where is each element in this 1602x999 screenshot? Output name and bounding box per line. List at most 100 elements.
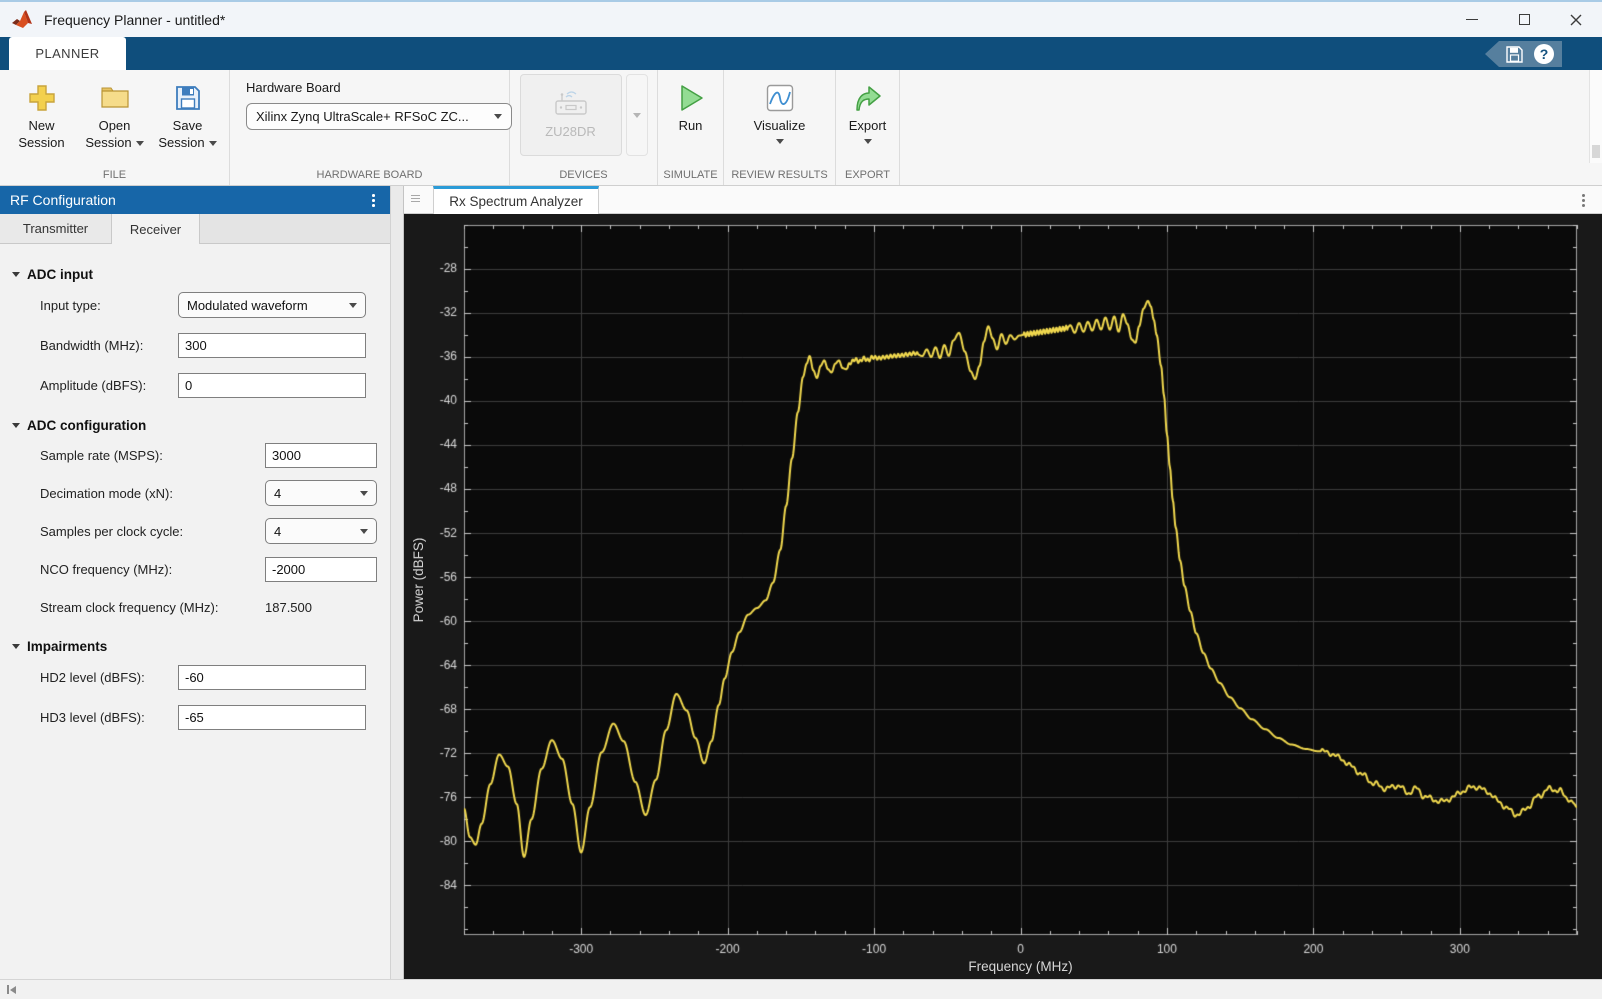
sample-rate-row: Sample rate (MSPS): [12, 436, 378, 474]
toolstrip-section-devices: ZU28DR DEVICES [510, 70, 658, 185]
quick-access-toolbar: ? [1485, 41, 1562, 67]
save-session-label-2: Session [158, 134, 205, 150]
new-session-label-1: New [28, 118, 55, 133]
window-title: Frequency Planner - untitled* [44, 11, 226, 28]
section-caption-hardware-board: HARDWARE BOARD [316, 168, 423, 181]
samples-per-clock-select[interactable]: 4 [265, 518, 377, 544]
maximize-button[interactable] [1498, 2, 1550, 37]
app-window: Frequency Planner - untitled* PLANNER ? [0, 0, 1602, 999]
quick-save-icon[interactable] [1505, 45, 1524, 64]
visualize-button[interactable]: Visualize [740, 74, 820, 144]
visualize-dropdown-icon[interactable] [775, 138, 784, 144]
panel-splitter[interactable] [390, 186, 404, 979]
hardware-board-caret-icon [494, 114, 502, 119]
section-caption-review-results: REVIEW RESULTS [731, 168, 828, 181]
samples-per-clock-caret-icon [360, 528, 368, 534]
nco-frequency-input[interactable] [265, 556, 377, 582]
section-adc-input[interactable]: ADC input [12, 267, 378, 282]
amplitude-input[interactable] [178, 372, 366, 398]
hd2-level-input[interactable] [178, 664, 366, 690]
section-adc-configuration-title: ADC configuration [27, 418, 147, 433]
spectrum-analyzer-panel: Rx Spectrum Analyzer Power (dBFS) Freque… [404, 186, 1602, 979]
tab-planner[interactable]: PLANNER [9, 37, 126, 70]
hd3-level-input[interactable] [178, 704, 366, 730]
open-session-button[interactable]: Open Session [81, 74, 148, 152]
visualize-label: Visualize [753, 118, 806, 133]
statusbar [0, 979, 1602, 999]
toolstrip: New Session Open Session Save Session FI… [0, 70, 1602, 186]
section-adc-input-title: ADC input [27, 267, 93, 282]
samples-per-clock-row: Samples per clock cycle: 4 [12, 512, 378, 550]
document-tab-bar: Rx Spectrum Analyzer [404, 186, 1602, 214]
device-icon [554, 91, 588, 120]
help-icon[interactable]: ? [1534, 44, 1554, 64]
hd2-level-label: HD2 level (dBFS): [40, 669, 145, 685]
section-impairments[interactable]: Impairments [12, 639, 378, 654]
decimation-mode-select[interactable]: 4 [265, 480, 377, 506]
device-zu28dr-button[interactable]: ZU28DR [519, 74, 622, 156]
section-impairments-title: Impairments [27, 639, 108, 654]
spectrum-canvas [404, 214, 1602, 979]
toolstrip-section-review-results: Visualize REVIEW RESULTS [724, 70, 836, 185]
save-session-icon [174, 78, 202, 118]
section-caption-export: EXPORT [844, 168, 891, 181]
save-session-button[interactable]: Save Session [154, 74, 221, 152]
device-name-label: ZU28DR [545, 124, 596, 139]
toolstrip-section-simulate: Run SIMULATE [658, 70, 724, 185]
decimation-mode-value: 4 [274, 485, 282, 501]
rf-configuration-title: RF Configuration [10, 192, 116, 208]
receiver-tab-content: ADC input Input type: Modulated waveform… [0, 244, 390, 737]
export-dropdown-icon[interactable] [863, 138, 872, 144]
matlab-logo-icon [12, 9, 34, 30]
bandwidth-input[interactable] [178, 332, 366, 358]
section-caption-file: FILE [102, 168, 127, 181]
input-type-select[interactable]: Modulated waveform [178, 292, 366, 318]
input-type-label: Input type: [40, 297, 101, 313]
hd3-level-row: HD3 level (dBFS): [12, 697, 378, 737]
samples-per-clock-value: 4 [274, 523, 282, 539]
save-session-dropdown-icon[interactable] [208, 140, 217, 146]
device-dropdown-button[interactable] [625, 74, 648, 156]
export-button[interactable]: Export [844, 74, 891, 144]
input-type-row: Input type: Modulated waveform [12, 285, 378, 325]
stream-clock-value: 187.500 [265, 599, 312, 615]
rf-configuration-header: RF Configuration [0, 186, 390, 214]
spectrum-figure: Power (dBFS) Frequency (MHz) [404, 214, 1602, 979]
decimation-mode-label: Decimation mode (xN): [40, 485, 173, 501]
hd2-level-row: HD2 level (dBFS): [12, 657, 378, 697]
samples-per-clock-label: Samples per clock cycle: [40, 523, 184, 539]
ribbon-bar: PLANNER ? [0, 37, 1602, 70]
input-type-caret-icon [349, 302, 357, 308]
toolstrip-scrollbar[interactable] [1589, 70, 1602, 163]
amplitude-row: Amplitude (dBFS): [12, 365, 378, 405]
tab-rx-spectrum-analyzer[interactable]: Rx Spectrum Analyzer [433, 186, 599, 214]
sample-rate-input[interactable] [265, 442, 377, 468]
panel-options-icon[interactable] [368, 193, 380, 207]
hardware-board-select[interactable]: Xilinx Zynq UltraScale+ RFSoC ZC... [246, 103, 512, 130]
section-adc-configuration[interactable]: ADC configuration [12, 418, 378, 433]
hardware-board-label: Hardware Board [246, 80, 341, 95]
new-session-label-2: Session [18, 134, 65, 150]
rf-configuration-tabs: Transmitter Receiver [0, 214, 390, 244]
nco-frequency-label: NCO frequency (MHz): [40, 561, 173, 577]
tab-options-icon[interactable] [1578, 193, 1590, 207]
close-button[interactable] [1550, 2, 1602, 37]
sample-rate-label: Sample rate (MSPS): [40, 447, 163, 463]
collapse-icon [12, 423, 20, 428]
open-session-icon [99, 78, 131, 118]
stream-clock-row: Stream clock frequency (MHz): 187.500 [12, 588, 378, 626]
open-session-dropdown-icon[interactable] [135, 140, 144, 146]
collapse-panel-icon[interactable] [7, 985, 16, 994]
new-session-button[interactable]: New Session [8, 74, 75, 152]
run-button[interactable]: Run [666, 74, 715, 135]
run-icon [677, 78, 705, 118]
hardware-board-value: Xilinx Zynq UltraScale+ RFSoC ZC... [256, 109, 469, 124]
minimize-button[interactable] [1446, 2, 1498, 37]
decimation-mode-caret-icon [360, 490, 368, 496]
toolstrip-section-export: Export EXPORT [836, 70, 900, 185]
tab-receiver[interactable]: Receiver [112, 214, 200, 244]
tabbar-grip-icon[interactable] [411, 195, 421, 213]
tab-transmitter[interactable]: Transmitter [0, 214, 112, 243]
x-axis-label: Frequency (MHz) [968, 959, 1073, 974]
export-label: Export [848, 118, 887, 133]
